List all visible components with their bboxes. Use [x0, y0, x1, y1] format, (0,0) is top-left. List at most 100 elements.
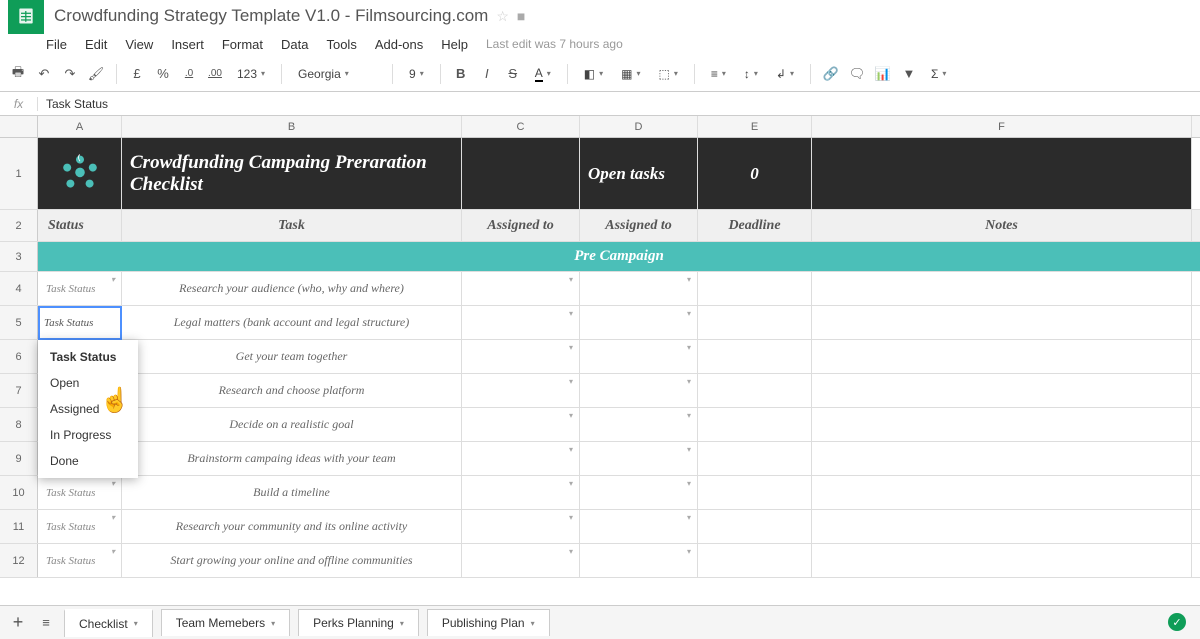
cell-count[interactable]: 0	[698, 138, 812, 209]
dropdown-arrow-icon[interactable]: ▾	[683, 512, 695, 522]
number-format-select[interactable]: 123▾	[231, 65, 271, 83]
cell-task[interactable]: Brainstorm campaing ideas with your team	[122, 442, 462, 475]
dec-decrease-button[interactable]: .0	[179, 64, 199, 84]
active-cell-editor[interactable]	[38, 306, 122, 340]
cell-assigned[interactable]: ▾	[580, 442, 698, 475]
halign-button[interactable]: ≡▾	[705, 65, 732, 83]
cell-task[interactable]: Research and choose platform	[122, 374, 462, 407]
menu-file[interactable]: File	[46, 37, 67, 52]
sheet-tab-publishing[interactable]: Publishing Plan▾	[427, 609, 550, 636]
select-all-corner[interactable]	[0, 116, 38, 137]
text-color-button[interactable]: A▾	[529, 64, 557, 84]
cell-assigned[interactable]: ▾	[580, 544, 698, 577]
cell-status-header[interactable]: Status	[38, 210, 122, 241]
dropdown-item-assigned[interactable]: Assigned	[38, 396, 138, 422]
cell-task[interactable]: Build a timeline	[122, 476, 462, 509]
undo-icon[interactable]: ↶	[34, 64, 54, 84]
cell-deadline[interactable]	[698, 510, 812, 543]
menu-help[interactable]: Help	[441, 37, 468, 52]
row-header[interactable]: 4	[0, 272, 38, 305]
doc-title[interactable]: Crowdfunding Strategy Template V1.0 - Fi…	[54, 6, 488, 26]
cell-assigned[interactable]: ▾	[462, 442, 580, 475]
cell-deadline[interactable]	[698, 374, 812, 407]
cell-notes[interactable]	[812, 340, 1192, 373]
row-header[interactable]: 8	[0, 408, 38, 441]
dropdown-arrow-icon[interactable]: ▾	[565, 342, 577, 352]
menu-insert[interactable]: Insert	[171, 37, 204, 52]
cell-assigned[interactable]: ▾	[462, 510, 580, 543]
borders-button[interactable]: ▦▾	[615, 65, 646, 83]
cell-open-tasks[interactable]: Open tasks	[580, 138, 698, 209]
row-header[interactable]: 12	[0, 544, 38, 577]
menu-data[interactable]: Data	[281, 37, 308, 52]
dropdown-item-inprogress[interactable]: In Progress	[38, 422, 138, 448]
sheet-tab-perks[interactable]: Perks Planning▾	[298, 609, 419, 636]
cell-assigned[interactable]: ▾	[580, 272, 698, 305]
italic-button[interactable]: I	[477, 64, 497, 84]
cell-assigned[interactable]: ▾	[580, 476, 698, 509]
cell-notes[interactable]	[812, 544, 1192, 577]
dropdown-arrow-icon[interactable]: ▾	[565, 308, 577, 318]
cell-notes[interactable]	[812, 442, 1192, 475]
fill-color-button[interactable]: ◧▾	[578, 65, 609, 83]
cell-task[interactable]: Get your team together	[122, 340, 462, 373]
cell-assigned[interactable]: ▾	[462, 476, 580, 509]
fx-input[interactable]: Task Status	[38, 97, 1200, 111]
col-header-c[interactable]: C	[462, 116, 580, 137]
dropdown-arrow-icon[interactable]: ▾	[565, 274, 577, 284]
bold-button[interactable]: B	[451, 64, 471, 84]
col-header-d[interactable]: D	[580, 116, 698, 137]
col-header-e[interactable]: E	[698, 116, 812, 137]
cell-assigned[interactable]: ▾	[462, 272, 580, 305]
valign-button[interactable]: ↕▾	[738, 65, 764, 83]
cell-task[interactable]: Start growing your online and offline co…	[122, 544, 462, 577]
dropdown-arrow-icon[interactable]: ▾	[683, 444, 695, 454]
row-header[interactable]: 2	[0, 210, 38, 241]
cell-status[interactable]: Task Status▾	[38, 510, 122, 543]
dropdown-item-open[interactable]: Open	[38, 370, 138, 396]
sheet-tab-team[interactable]: Team Memebers▾	[161, 609, 290, 636]
dropdown-arrow-icon[interactable]: ▾	[565, 478, 577, 488]
cell-deadline-header[interactable]: Deadline	[698, 210, 812, 241]
cell-notes-header[interactable]: Notes	[812, 210, 1192, 241]
dropdown-arrow-icon[interactable]: ▾	[565, 512, 577, 522]
dropdown-arrow-icon[interactable]: ▾	[107, 478, 119, 488]
cell[interactable]	[812, 138, 1192, 209]
cell-deadline[interactable]	[698, 476, 812, 509]
font-size-select[interactable]: 9▾	[403, 65, 430, 83]
row-header[interactable]: 3	[0, 242, 38, 271]
star-icon[interactable]: ☆	[496, 8, 509, 25]
menu-edit[interactable]: Edit	[85, 37, 107, 52]
dec-increase-button[interactable]: .00	[205, 64, 225, 84]
dropdown-arrow-icon[interactable]: ▾	[683, 342, 695, 352]
redo-icon[interactable]: ↷	[60, 64, 80, 84]
dropdown-arrow-icon[interactable]: ▾	[683, 376, 695, 386]
strike-button[interactable]: S	[503, 64, 523, 84]
section-header[interactable]: Pre Campaign	[38, 242, 1200, 271]
cell-assigned[interactable]: ▾	[580, 306, 698, 339]
cell-notes[interactable]	[812, 374, 1192, 407]
menu-format[interactable]: Format	[222, 37, 263, 52]
cell-deadline[interactable]	[698, 408, 812, 441]
sheets-logo[interactable]	[8, 0, 44, 34]
cell-task-header[interactable]: Task	[122, 210, 462, 241]
cell-assigned-header[interactable]: Assigned to	[462, 210, 580, 241]
print-icon[interactable]: 🖶	[8, 64, 28, 84]
dropdown-arrow-icon[interactable]: ▾	[107, 274, 119, 284]
folder-icon[interactable]: ■	[517, 8, 525, 24]
dropdown-arrow-icon[interactable]: ▾	[107, 512, 119, 522]
percent-button[interactable]: %	[153, 64, 173, 84]
chart-icon[interactable]: 📊	[873, 64, 893, 84]
row-header[interactable]: 9	[0, 442, 38, 475]
cell-deadline[interactable]	[698, 544, 812, 577]
wrap-button[interactable]: ↲▾	[770, 65, 800, 83]
font-select[interactable]: Georgia▾	[292, 65, 382, 83]
currency-button[interactable]: £	[127, 64, 147, 84]
dropdown-arrow-icon[interactable]: ▾	[683, 546, 695, 556]
cell-task[interactable]: Research your audience (who, why and whe…	[122, 272, 462, 305]
cell-assigned[interactable]: ▾	[462, 408, 580, 441]
cell-status[interactable]: Task Status▾	[38, 476, 122, 509]
cell-notes[interactable]	[812, 510, 1192, 543]
cell-notes[interactable]	[812, 306, 1192, 339]
cell-status[interactable]: Task Status▾	[38, 272, 122, 305]
